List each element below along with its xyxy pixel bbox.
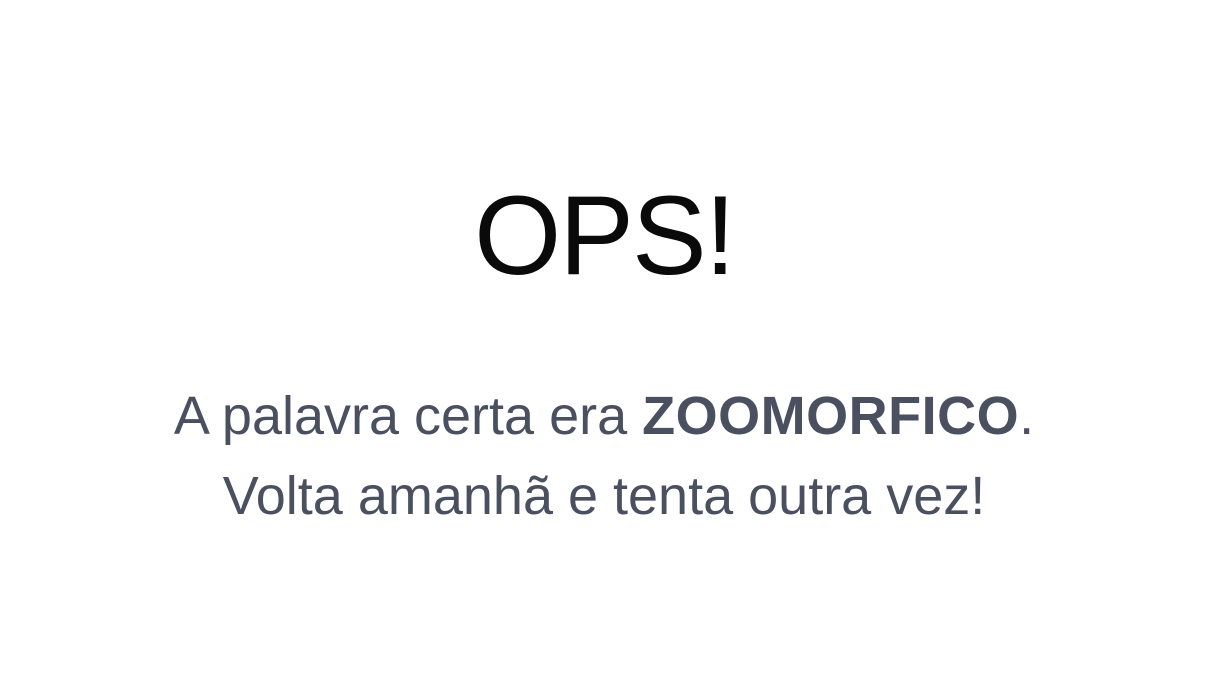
result-message: A palavra certa era ZOOMORFICO. Volta am… [40, 376, 1168, 536]
game-result-panel: OPS! A palavra certa era ZOOMORFICO. Vol… [0, 0, 1208, 696]
correct-word-suffix: . [1019, 386, 1035, 446]
correct-word: ZOOMORFICO [642, 386, 1020, 446]
result-headline: OPS! [474, 173, 736, 298]
return-tomorrow-line: Volta amanhã e tenta outra vez! [222, 466, 986, 526]
correct-word-line: A palavra certa era ZOOMORFICO. [40, 376, 1168, 456]
correct-word-prefix: A palavra certa era [173, 386, 643, 446]
